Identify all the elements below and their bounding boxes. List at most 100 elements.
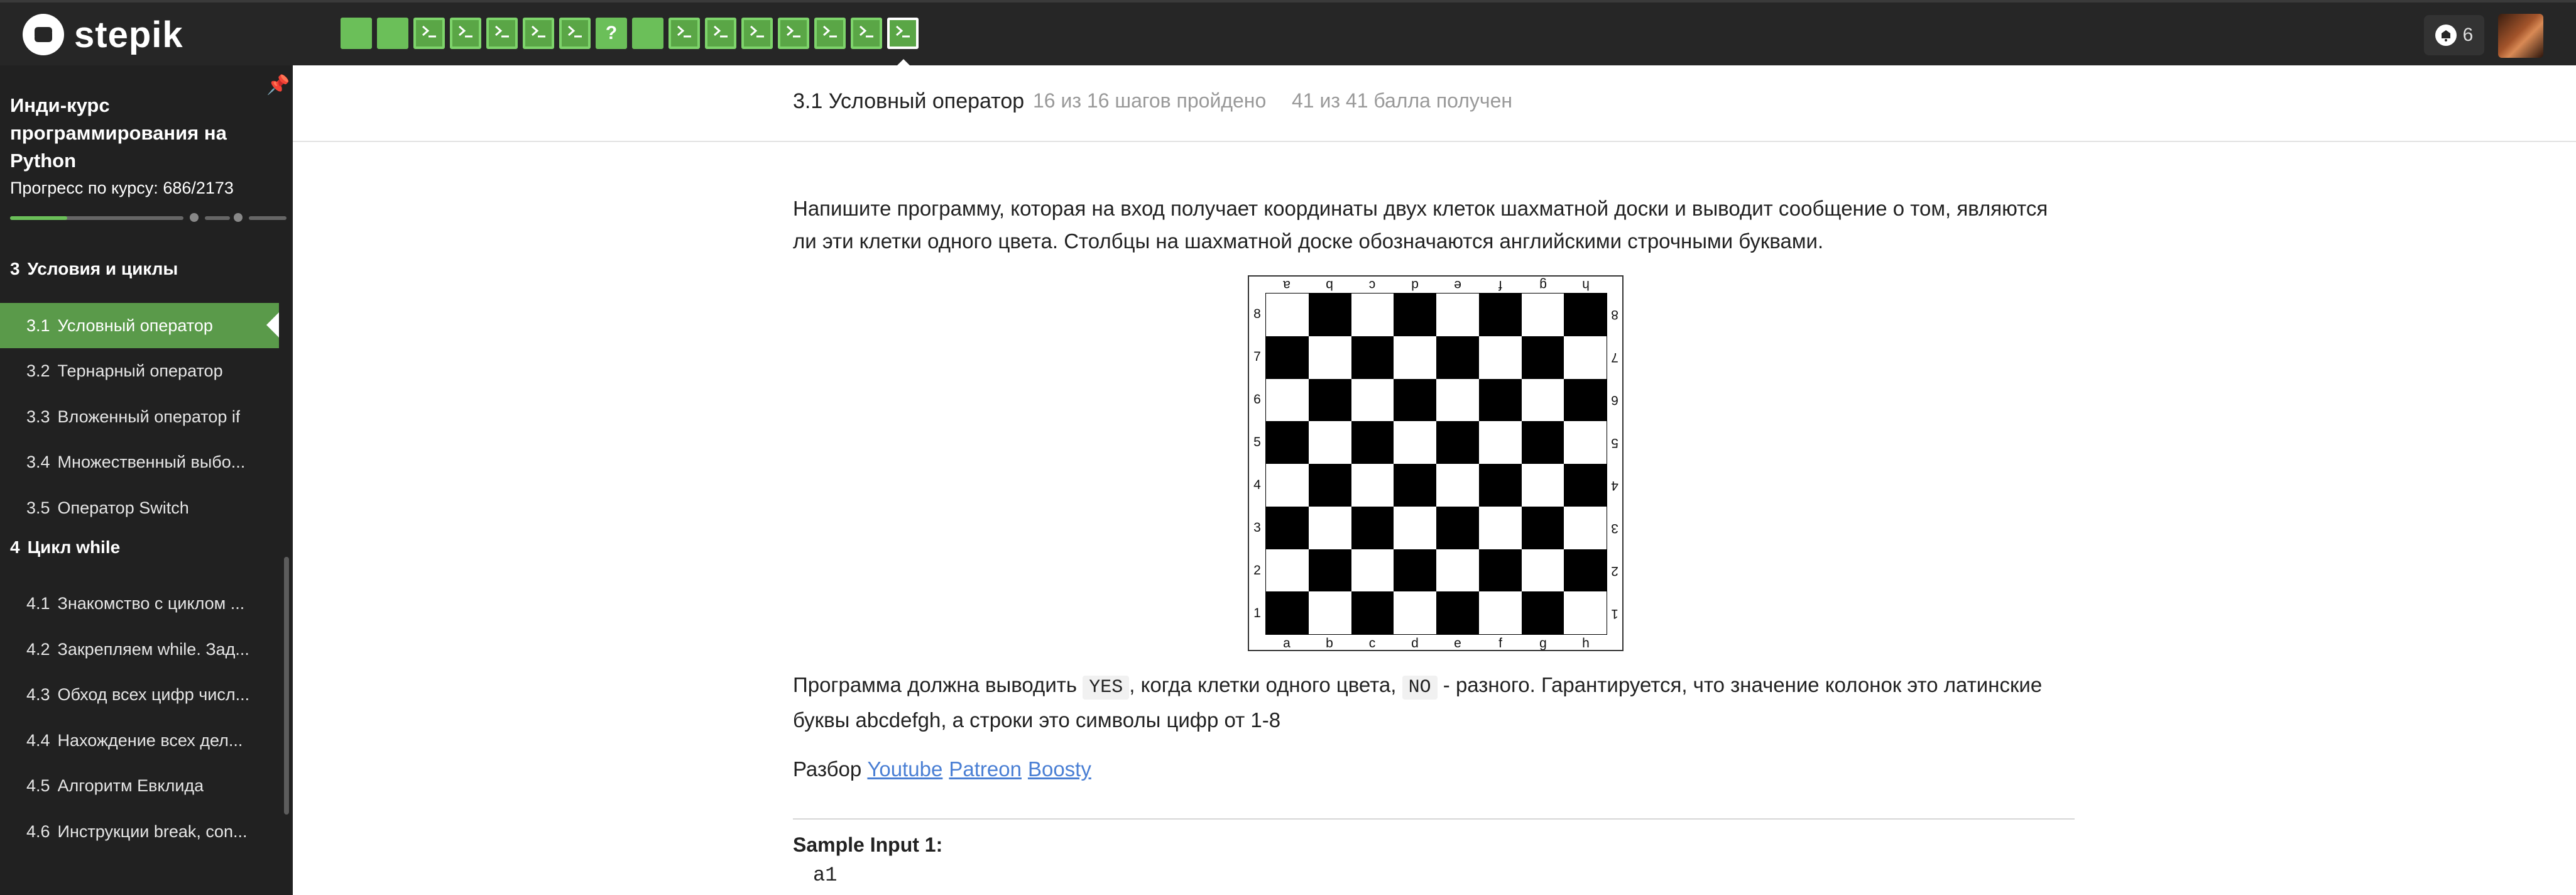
sidebar-lesson-4-1[interactable]: 4.1 Знакомство с циклом ... [0, 581, 279, 627]
step-button-12[interactable] [741, 18, 773, 49]
board-square [1521, 336, 1564, 379]
sidebar-lesson-3-2[interactable]: 3.2 Тернарный оператор [0, 349, 279, 394]
step-button-10[interactable] [669, 18, 700, 49]
youtube-link[interactable]: Youtube [867, 757, 942, 781]
course-title[interactable]: Инди-курс программирования на Python [10, 92, 236, 175]
chessboard-grid [1265, 293, 1607, 635]
step-button-16[interactable] [887, 18, 919, 49]
notification-icon [2435, 25, 2457, 46]
sidebar-lesson-4-3[interactable]: 4.3 Обход всех цифр числ... [0, 673, 279, 718]
boosty-link[interactable]: Boosty [1028, 757, 1091, 781]
terminal-icon [420, 21, 439, 45]
board-square [1351, 464, 1394, 507]
stepik-logo[interactable]: stepik [23, 13, 183, 57]
terminal-icon [565, 21, 584, 45]
step-button-5[interactable] [486, 18, 518, 49]
step-button-2[interactable] [377, 18, 408, 49]
rank-label-left: 3 [1253, 520, 1261, 535]
active-lesson-arrow [266, 311, 279, 339]
step-button-3[interactable] [413, 18, 445, 49]
board-square [1564, 421, 1607, 464]
board-square [1308, 549, 1351, 592]
file-label-top: f [1498, 278, 1502, 292]
board-square [1266, 336, 1309, 379]
board-square [1308, 378, 1351, 422]
board-square [1478, 336, 1522, 379]
board-square [1394, 506, 1436, 549]
board-square [1266, 421, 1309, 464]
rank-label-left: 8 [1253, 307, 1261, 321]
board-square [1436, 464, 1479, 507]
step-button-6[interactable] [523, 18, 554, 49]
terminal-icon [456, 21, 475, 45]
notifications-button[interactable]: 6 [2424, 15, 2484, 55]
rank-label-right: 8 [1611, 307, 1618, 322]
board-square [1564, 378, 1607, 422]
file-label-top: g [1539, 278, 1547, 292]
rank-label-right: 5 [1611, 436, 1618, 450]
module-4[interactable]: 4 Цикл while [10, 537, 120, 557]
board-square [1308, 421, 1351, 464]
file-label-top: c [1368, 278, 1376, 292]
terminal-icon [748, 21, 767, 45]
board-square [1478, 591, 1522, 634]
analysis-label: Разбор [793, 757, 862, 781]
sidebar-scrollbar[interactable] [284, 557, 289, 815]
rank-label-left: 5 [1253, 435, 1261, 449]
sample-input-value: a1 [813, 864, 838, 887]
terminal-icon [893, 21, 912, 45]
board-square [1351, 506, 1394, 549]
patreon-link[interactable]: Patreon [949, 757, 1022, 781]
sample-input-title: Sample Input 1: [793, 833, 943, 856]
file-label-bottom: e [1454, 636, 1461, 651]
step-button-15[interactable] [851, 18, 882, 49]
sidebar-lesson-4-5[interactable]: 4.5 Алгоритм Евклида [0, 764, 279, 809]
top-navbar: stepik ? 6 [0, 0, 2576, 69]
board-square [1266, 591, 1309, 634]
pin-icon[interactable]: 📌 [266, 74, 290, 96]
step-button-13[interactable] [778, 18, 809, 49]
step-button-14[interactable] [814, 18, 846, 49]
step-button-9[interactable] [632, 18, 663, 49]
board-square [1351, 378, 1394, 422]
board-square [1394, 294, 1436, 336]
board-square [1478, 506, 1522, 549]
file-label-top: h [1582, 278, 1590, 292]
board-square [1521, 549, 1564, 592]
file-label-bottom: d [1411, 636, 1419, 651]
question-icon: ? [605, 23, 618, 43]
board-square [1394, 591, 1436, 634]
step-button-1[interactable] [341, 18, 372, 49]
board-square [1266, 549, 1309, 592]
rank-label-right: 3 [1611, 521, 1618, 535]
board-square [1478, 421, 1522, 464]
progress-value: 686/2173 [163, 178, 234, 197]
sidebar-lesson-3-5[interactable]: 3.5 Оператор Switch [0, 485, 279, 530]
board-square [1521, 421, 1564, 464]
yes-code: YES [1083, 676, 1130, 700]
rank-label-right: 2 [1611, 564, 1618, 578]
board-square [1394, 549, 1436, 592]
output-description: Программа должна выводить YES, когда кле… [793, 673, 2043, 732]
rank-label-right: 1 [1611, 607, 1618, 621]
step-button-4[interactable] [450, 18, 481, 49]
sidebar-lesson-4-2[interactable]: 4.2 Закрепляем while. Зад... [0, 627, 279, 672]
step-button-7[interactable] [559, 18, 591, 49]
user-avatar[interactable] [2498, 14, 2543, 58]
step-button-11[interactable] [705, 18, 736, 49]
module-3[interactable]: 3 Условия и циклы [10, 259, 178, 279]
board-square [1308, 591, 1351, 634]
board-square [1521, 591, 1564, 634]
sidebar-lesson-3-1[interactable]: 3.1 Условный оператор [0, 303, 279, 348]
sidebar-lesson-3-4[interactable]: 3.4 Множественный выбо... [0, 440, 279, 485]
sidebar-lesson-3-3[interactable]: 3.3 Вложенный оператор if [0, 394, 279, 439]
progress-fill [10, 216, 67, 220]
sidebar-lesson-4-6[interactable]: 4.6 Инструкции break, con... [0, 809, 279, 854]
terminal-icon [857, 21, 876, 45]
board-square [1394, 464, 1436, 507]
rank-label-left: 6 [1253, 392, 1261, 407]
step-button-8[interactable]: ? [596, 18, 627, 49]
analysis-links: Разбор Youtube Patreon Boosty [793, 753, 2075, 786]
board-square [1266, 378, 1309, 422]
sidebar-lesson-4-4[interactable]: 4.4 Нахождение всех дел... [0, 718, 279, 763]
